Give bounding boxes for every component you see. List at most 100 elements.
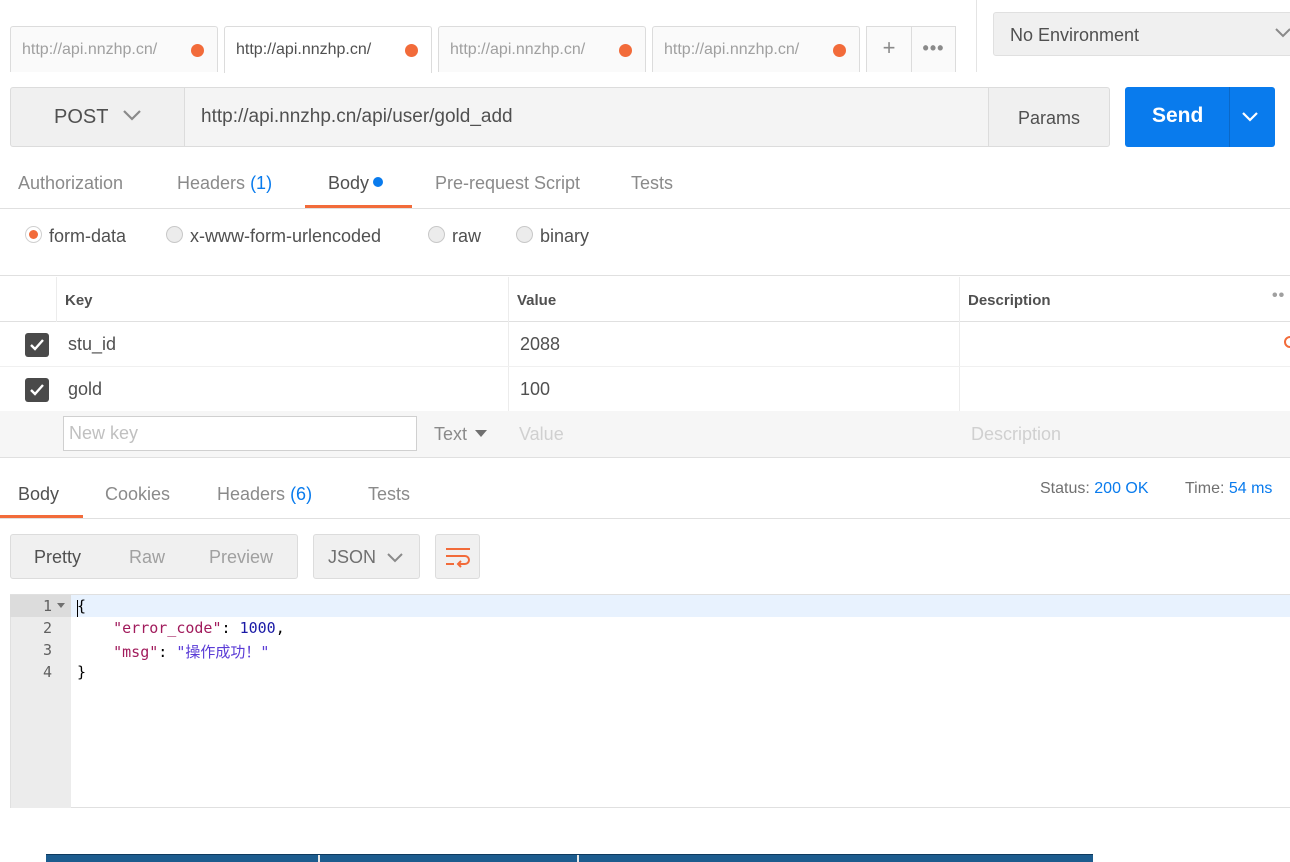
divider [56, 277, 57, 322]
row-enabled-checkbox[interactable] [25, 333, 49, 357]
radio-label: raw [452, 226, 482, 246]
column-header-description: Description [968, 292, 1051, 309]
url-input[interactable]: http://api.nnzhp.cn/api/user/gold_add [184, 87, 990, 147]
request-tab-3[interactable]: http://api.nnzhp.cn/ [438, 26, 646, 72]
column-header-value: Value [517, 292, 557, 309]
time-label: Time: [1185, 480, 1225, 497]
line-number: 1 [42, 597, 52, 615]
wrap-lines-button[interactable] [435, 534, 480, 579]
new-value-input[interactable]: Value [519, 424, 564, 445]
response-section-tabs: Body Cookies Headers (6) Tests Status: 2… [0, 468, 1290, 519]
more-tabs-button[interactable]: ••• [911, 26, 956, 72]
tab-label: Tests [631, 173, 674, 193]
radio-icon [428, 226, 445, 243]
tab-label: http://api.nnzhp.cn/ [236, 41, 372, 58]
radio-form-data[interactable]: form-data [25, 226, 126, 247]
tab-label: http://api.nnzhp.cn/ [22, 41, 158, 58]
chevron-down-icon [123, 110, 141, 121]
json-string: "操作成功！" [176, 643, 270, 661]
request-tab-bar: http://api.nnzhp.cn/ http://api.nnzhp.cn… [0, 0, 1290, 73]
plus-icon: + [882, 35, 896, 60]
tab-label: Authorization [18, 173, 124, 193]
line-number: 4 [42, 663, 52, 681]
method-label: POST [54, 106, 109, 128]
view-preview-button[interactable]: Preview [209, 547, 273, 568]
tab-label: Cookies [105, 484, 171, 504]
send-options-chevron-icon[interactable] [1241, 107, 1259, 125]
tab-tests[interactable]: Tests [631, 173, 673, 194]
headers-count: (1) [250, 173, 273, 193]
json-key: "msg" [113, 643, 159, 661]
request-tab-4[interactable]: http://api.nnzhp.cn/ [652, 26, 860, 72]
new-description-input[interactable]: Description [971, 424, 1061, 445]
status-value: 200 OK [1094, 480, 1149, 497]
check-icon [30, 384, 44, 396]
tab-label: http://api.nnzhp.cn/ [450, 41, 586, 58]
environment-label: No Environment [1010, 25, 1140, 45]
status-label: Status: [1040, 480, 1090, 497]
divider [1229, 87, 1230, 147]
tab-body[interactable]: Body [328, 173, 384, 194]
request-tab-1[interactable]: http://api.nnzhp.cn/ [10, 26, 218, 72]
column-options-icon[interactable]: •• [1272, 287, 1285, 305]
value-type-select[interactable]: Text [434, 424, 488, 445]
format-select[interactable]: JSON [313, 534, 420, 579]
code-token: { [77, 597, 87, 615]
column-header-key: Key [65, 292, 93, 309]
view-pretty-button[interactable]: Pretty [34, 547, 81, 568]
tab-response-tests[interactable]: Tests [368, 484, 410, 505]
tab-response-cookies[interactable]: Cookies [105, 484, 170, 505]
radio-label: form-data [49, 226, 127, 246]
tab-label: Headers [177, 173, 246, 193]
radio-selected-icon [25, 226, 42, 243]
type-label: Text [434, 424, 468, 444]
tab-authorization[interactable]: Authorization [18, 173, 123, 194]
radio-raw[interactable]: raw [428, 226, 481, 247]
code-line-1: { [77, 597, 87, 617]
send-button[interactable]: Send [1125, 87, 1275, 147]
response-body-editor[interactable]: 1 2 3 4 { "error_code": 1000, "msg": "操作… [10, 594, 1290, 808]
radio-binary[interactable]: binary [516, 226, 589, 247]
row-enabled-checkbox[interactable] [25, 378, 49, 402]
form-data-table: Key Value Description •• stu_id 2088 gol… [0, 277, 1290, 458]
tab-label: Pre-request Script [435, 173, 581, 193]
tab-label: Body [328, 173, 370, 193]
row-value[interactable]: 100 [520, 379, 550, 400]
time-value: 54 ms [1228, 480, 1273, 497]
table-row: stu_id 2088 [0, 322, 1290, 367]
tab-pre-request-script[interactable]: Pre-request Script [435, 173, 580, 194]
divider [577, 855, 579, 862]
headers-count: (6) [290, 484, 313, 504]
json-key: "error_code" [113, 619, 222, 637]
tab-label: Headers [217, 484, 286, 504]
new-key-input[interactable] [63, 416, 417, 451]
table-header: Key Value Description •• [0, 277, 1290, 322]
params-button[interactable]: Params [988, 87, 1110, 147]
more-dots-icon: ••• [922, 38, 945, 58]
tab-label: Tests [368, 484, 411, 504]
view-mode-group: Pretty Raw Preview [10, 534, 298, 579]
environment-select[interactable]: No Environment [993, 12, 1290, 56]
chevron-down-icon [387, 553, 403, 563]
radio-icon [516, 226, 533, 243]
new-tab-button[interactable]: + [866, 26, 912, 72]
view-raw-button[interactable]: Raw [129, 547, 165, 568]
params-label: Params [1018, 108, 1081, 128]
unsaved-dot-icon [833, 44, 846, 57]
tab-response-headers[interactable]: Headers (6) [217, 484, 312, 505]
fold-caret-icon[interactable] [57, 603, 65, 608]
method-select[interactable]: POST [10, 87, 185, 147]
line-number: 3 [42, 641, 52, 659]
tab-response-body[interactable]: Body [18, 484, 59, 505]
request-tab-2[interactable]: http://api.nnzhp.cn/ [224, 26, 432, 73]
code-line-3: "msg": "操作成功！" [113, 643, 270, 661]
row-key[interactable]: gold [68, 379, 102, 400]
response-status: Status: 200 OK [1040, 480, 1149, 498]
divider [318, 855, 320, 862]
row-key[interactable]: stu_id [68, 334, 116, 355]
row-value[interactable]: 2088 [520, 334, 560, 355]
radio-urlencoded[interactable]: x-www-form-urlencoded [166, 226, 381, 247]
radio-label: x-www-form-urlencoded [190, 226, 382, 246]
tab-headers[interactable]: Headers (1) [177, 173, 272, 194]
request-section-tabs: Authorization Headers (1) Body Pre-reque… [0, 160, 1290, 348]
